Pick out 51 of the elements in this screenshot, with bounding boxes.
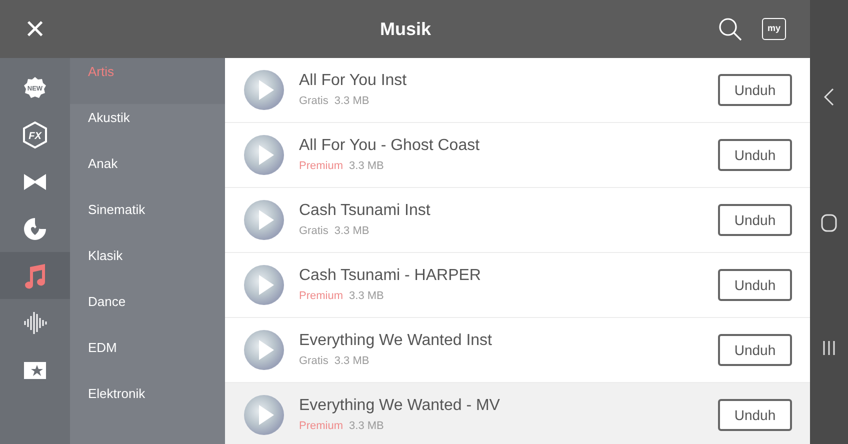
price-label: Premium [299, 158, 344, 174]
file-size: 3.3 MB [334, 224, 370, 239]
download-button[interactable]: Unduh [718, 334, 792, 366]
file-size: 3.3 MB [349, 288, 384, 304]
home-icon[interactable] [821, 214, 837, 232]
bowtie-icon [23, 172, 47, 190]
heart-sticker-icon [22, 216, 48, 242]
download-button[interactable]: Unduh [718, 204, 792, 236]
file-size: 3.3 MB [334, 354, 370, 369]
play-thumbnail-icon[interactable] [243, 394, 285, 436]
price-label: Premium [299, 418, 344, 434]
file-size: 3.3 MB [349, 418, 384, 434]
category-item[interactable]: EDM [70, 334, 225, 380]
track-title: Everything We Wanted Inst [299, 330, 492, 351]
category-group-tab[interactable]: FX [0, 111, 70, 158]
price-label: Gratis [299, 94, 328, 109]
category-item[interactable]: Elektronik [70, 380, 225, 426]
back-icon[interactable] [824, 88, 834, 106]
category-item[interactable]: Klasik [70, 242, 225, 288]
download-button[interactable]: Unduh [718, 399, 792, 431]
price-label: Gratis [299, 224, 328, 239]
track-title: Cash Tsunami Inst [299, 200, 430, 221]
play-thumbnail-icon[interactable] [243, 264, 285, 306]
track-title: All For You Inst [299, 70, 407, 91]
file-size: 3.3 MB [334, 94, 370, 109]
track-title: Everything We Wanted - MV [299, 396, 500, 416]
track-title: Cash Tsunami - HARPER [299, 266, 481, 286]
my-folder-button[interactable]: my [762, 18, 786, 40]
sound-wave-icon [22, 310, 48, 334]
category-item[interactable]: Akustik [70, 104, 225, 150]
download-button[interactable]: Unduh [718, 74, 792, 106]
category-item[interactable]: Dance [70, 288, 225, 334]
page-title: Musik [380, 18, 432, 40]
play-thumbnail-icon[interactable] [243, 69, 285, 111]
recent-apps-icon[interactable] [822, 340, 836, 356]
track-title: All For You - Ghost Coast [299, 136, 480, 156]
category-item[interactable]: Sinematik [70, 196, 225, 242]
play-thumbnail-icon[interactable] [243, 199, 285, 241]
search-icon[interactable] [718, 17, 742, 41]
close-button[interactable]: × [20, 12, 50, 46]
play-thumbnail-icon[interactable] [243, 329, 285, 371]
category-item[interactable]: Anak [70, 150, 225, 196]
price-label: Gratis [299, 354, 328, 369]
file-size: 3.3 MB [349, 158, 384, 174]
music-note-icon [23, 262, 47, 288]
fx-hexagon-icon: FX [22, 120, 48, 148]
download-button[interactable]: Unduh [718, 139, 792, 171]
track-row[interactable]: Everything We Wanted - MV Premium 3.3 MB Unduh [225, 383, 810, 444]
price-label: Premium [299, 288, 344, 304]
download-button[interactable]: Unduh [718, 269, 792, 301]
play-thumbnail-icon[interactable] [243, 134, 285, 176]
